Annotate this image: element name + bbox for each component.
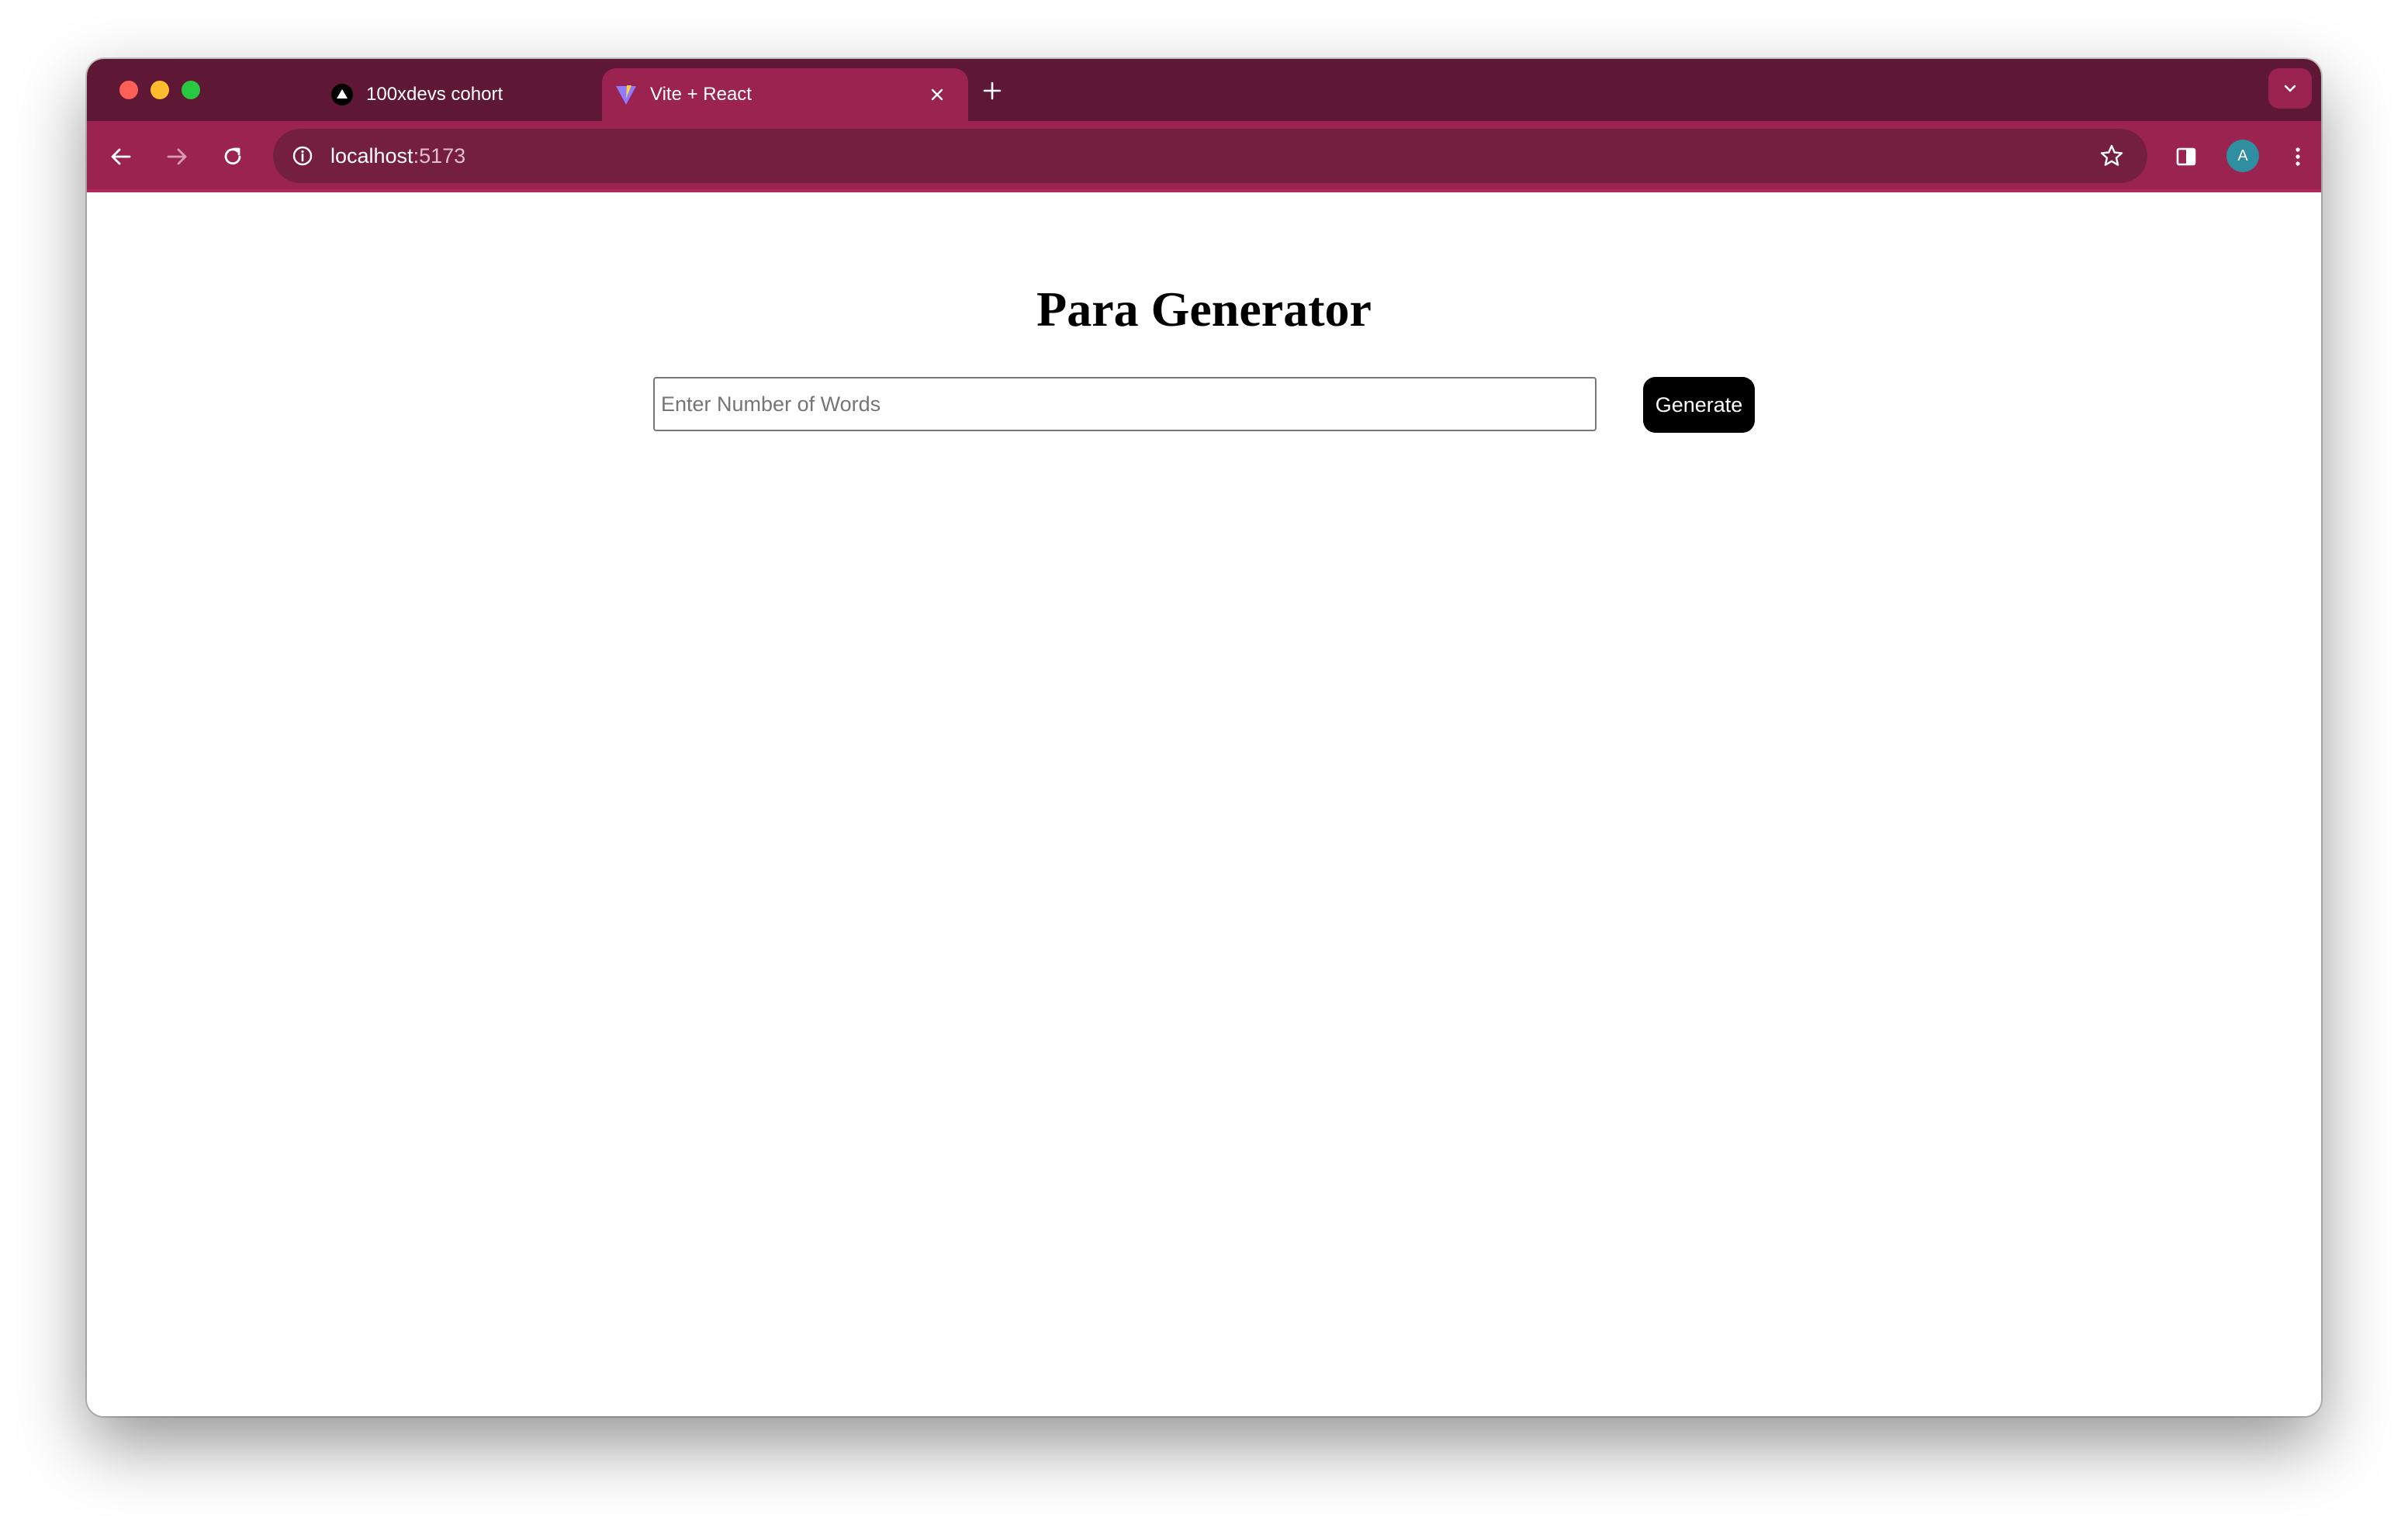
word-count-input[interactable] [653, 377, 1597, 431]
tab-title: Vite + React [650, 84, 752, 105]
minimize-window-button[interactable] [150, 81, 169, 99]
close-tab-icon[interactable] [926, 84, 948, 105]
vite-logo-icon [614, 83, 638, 106]
bookmark-star-icon[interactable] [2098, 142, 2126, 170]
tab-vite-react[interactable]: Vite + React [602, 68, 968, 121]
url-text: localhost:5173 [330, 144, 465, 168]
maximize-window-button[interactable] [182, 81, 200, 99]
forward-arrow-icon[interactable] [161, 141, 192, 172]
address-bar[interactable]: localhost:5173 [273, 129, 2147, 183]
tab-strip: 100xdevs cohort Vite + React [87, 59, 2321, 121]
close-window-button[interactable] [119, 81, 138, 99]
side-panel-icon[interactable] [2171, 141, 2202, 172]
profile-avatar[interactable]: A [2226, 140, 2259, 172]
kebab-menu-icon[interactable] [2282, 141, 2313, 172]
url-host: localhost [330, 144, 413, 168]
new-tab-plus-icon[interactable] [981, 79, 1004, 102]
browser-window: 100xdevs cohort Vite + React localhost:5… [87, 59, 2321, 1416]
back-arrow-icon[interactable] [106, 141, 137, 172]
reload-icon[interactable] [217, 141, 248, 172]
triangle-logo-icon [330, 83, 354, 106]
url-port: :5173 [413, 144, 466, 168]
browser-toolbar: localhost:5173 A [87, 121, 2321, 192]
page-content: Para Generator Generate [87, 192, 2321, 1416]
tab-title: 100xdevs cohort [366, 84, 503, 105]
page-title: Para Generator [1036, 282, 1372, 337]
site-info-icon[interactable] [290, 143, 315, 168]
generate-button[interactable]: Generate [1643, 377, 1755, 433]
tab-search-chevron-icon[interactable] [2268, 68, 2312, 109]
